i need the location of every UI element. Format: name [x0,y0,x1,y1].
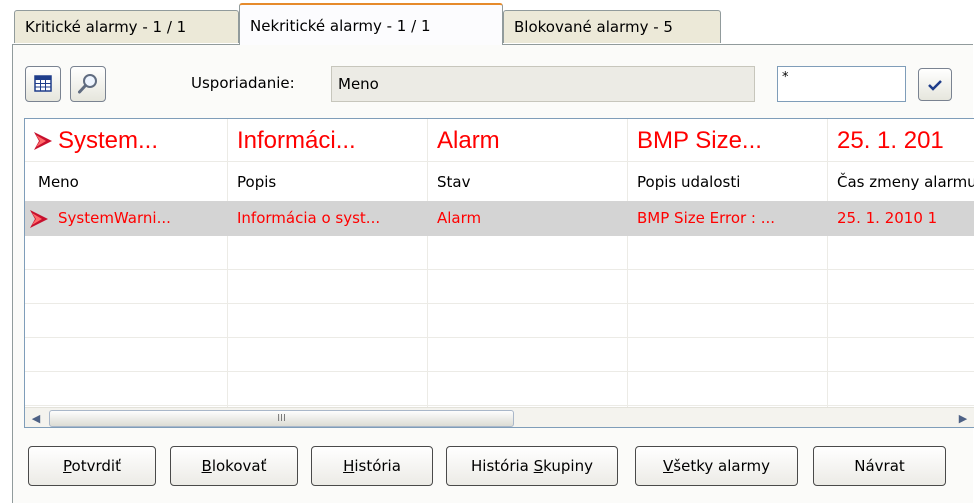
summary-state: Alarm [437,127,500,154]
column-header-description[interactable]: Popis [237,162,423,202]
block-label-post: lokovať [211,457,267,475]
alarm-panel: Usporiadanie: Meno System... Informáci..… [12,44,974,503]
all-alarms-button[interactable]: Všetky alarmy [635,446,798,486]
row-name: SystemWarni... [58,209,171,227]
empty-row [25,236,974,270]
column-header-state[interactable]: Stav [437,162,623,202]
row-state: Alarm [437,209,482,227]
history-label-post: istória [354,457,401,475]
scroll-thumb[interactable]: III [49,410,514,427]
column-header-name[interactable]: Meno [38,162,224,202]
all-alarms-accelerator: V [663,457,674,475]
column-header-event[interactable]: Popis udalosti [637,162,823,202]
order-field[interactable]: Meno [331,66,755,102]
summary-event: BMP Size... [637,127,762,154]
apply-filter-button[interactable] [918,68,952,101]
summary-description: Informáci... [237,127,356,154]
find-button[interactable] [70,66,106,102]
table-header: Meno Popis Stav Popis udalosti Čas zmeny… [25,161,974,203]
group-history-accelerator: S [533,457,544,475]
confirm-label-post: otvrdiť [71,457,121,475]
tab-critical-alarms[interactable]: Kritické alarmy - 1 / 1 [14,10,239,43]
group-history-label-pre: História [471,457,534,475]
group-history-label-post: kupiny [543,457,593,475]
table-row[interactable]: SystemWarni... Informácia o syst... Alar… [25,201,974,236]
back-button[interactable]: Návrat [813,446,946,486]
back-label: Návrat [854,457,905,475]
history-button[interactable]: História [311,446,433,486]
column-header-time[interactable]: Čas zmeny alarmu [837,162,974,202]
confirm-button[interactable]: Potvrdiť [28,446,156,486]
empty-row [25,270,974,304]
empty-row [25,304,974,338]
magnifier-icon [78,74,97,94]
confirm-accelerator: P [63,457,72,475]
empty-row [25,372,974,406]
empty-row [25,338,974,372]
checkmark-icon [928,80,942,91]
summary-name: System... [58,127,159,154]
tab-blocked-alarms[interactable]: Blokované alarmy - 5 [503,10,721,43]
tab-noncritical-alarms[interactable]: Nekritické alarmy - 1 / 1 [239,3,503,45]
filter-input[interactable] [777,66,906,102]
grid-view-button[interactable] [25,66,61,102]
grid-view-icon [34,75,52,92]
summary-time: 25. 1. 201 [837,127,944,154]
block-accelerator: B [201,457,212,475]
block-button[interactable]: Blokovať [170,446,298,486]
group-history-button[interactable]: História Skupiny [446,446,618,486]
alarm-flag-icon [30,210,48,228]
scroll-left-icon[interactable]: ◀ [25,408,47,427]
scroll-right-icon[interactable]: ▶ [952,408,974,427]
row-time: 25. 1. 2010 1 [837,209,938,227]
all-alarms-label-post: šetky alarmy [673,457,770,475]
history-accelerator: H [343,457,355,475]
horizontal-scrollbar[interactable]: ◀ III ▶ [25,407,974,427]
alarm-table[interactable]: System... Informáci... Alarm BMP Size...… [24,118,974,428]
row-event: BMP Size Error : ... [637,209,776,227]
order-label: Usporiadanie: [191,74,295,92]
alarm-flag-icon [34,132,52,150]
row-description: Informácia o syst... [237,209,381,227]
